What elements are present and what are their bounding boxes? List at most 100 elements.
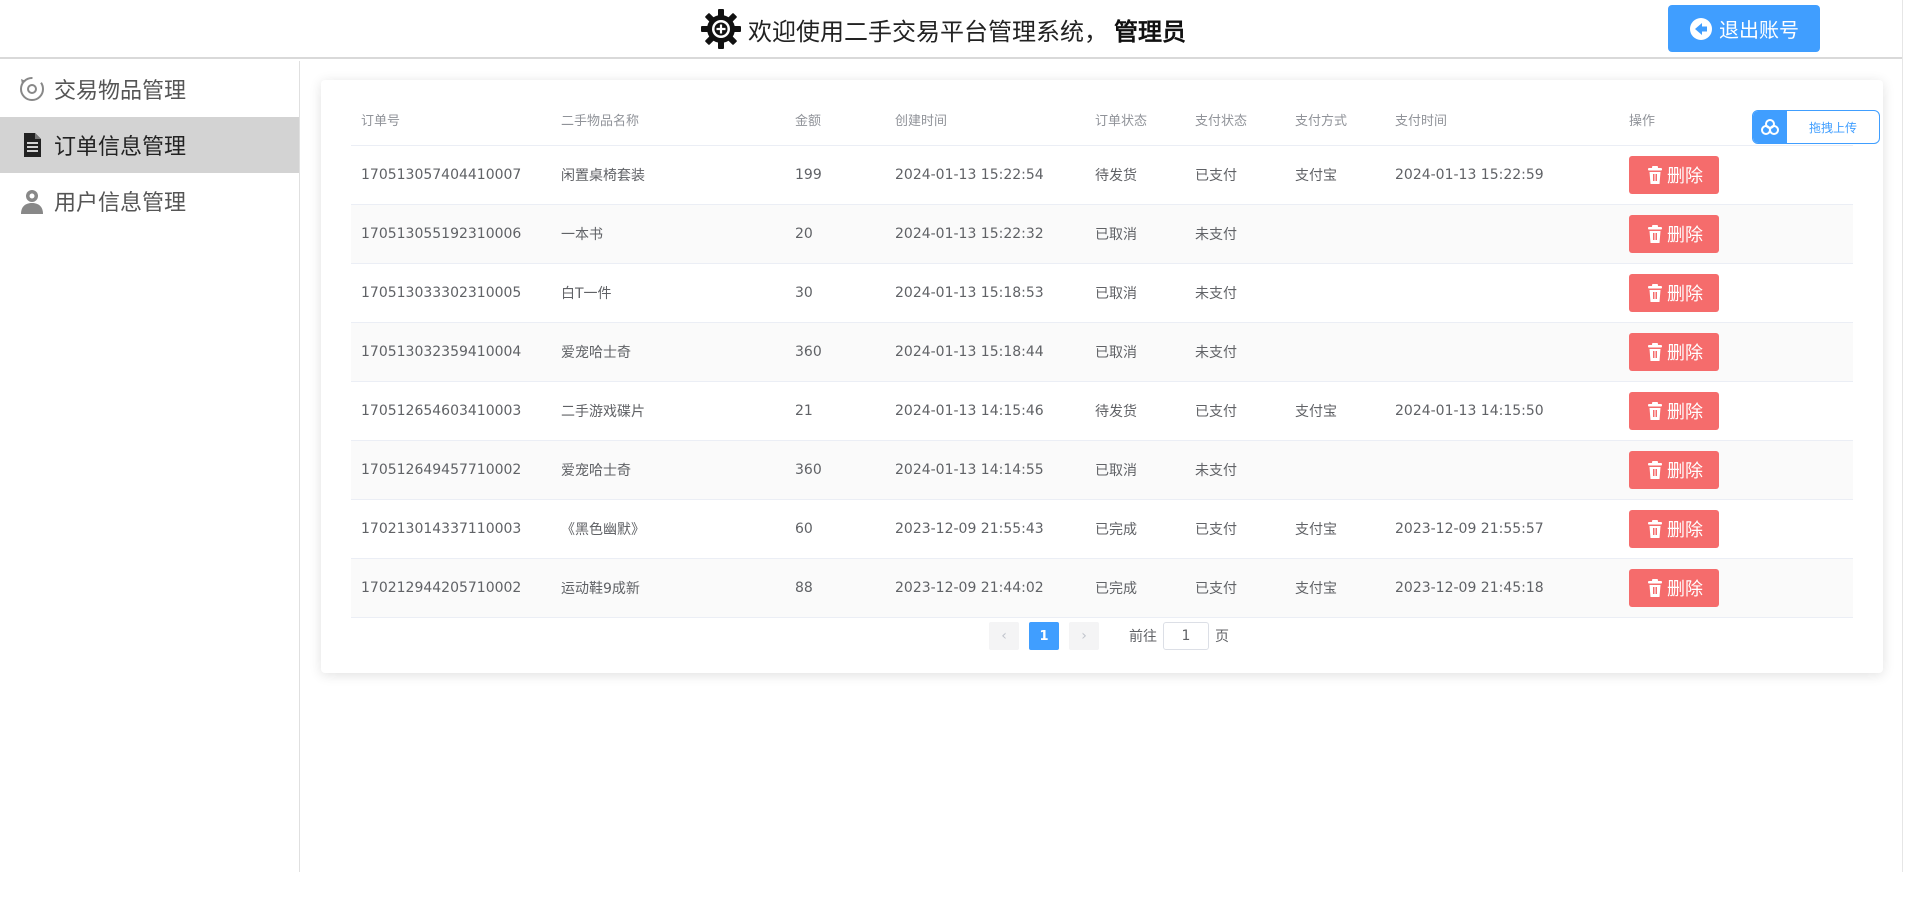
- table-row: 170513057404410007 闲置桌椅套装 199 2024-01-13 15…: [351, 145, 1853, 205]
- delete-label: 删除: [1667, 224, 1703, 246]
- order-number-cell: 170513055192310006: [351, 204, 551, 264]
- goto-page: 前往 页: [1129, 622, 1229, 650]
- column-header[interactable]: 订单号: [351, 94, 551, 146]
- order-status-cell: 已取消: [1085, 322, 1185, 382]
- exchange-icon: [20, 77, 44, 101]
- item-name-cell: 二手游戏碟片: [551, 381, 785, 441]
- chevron-left-icon: ‹: [1001, 628, 1007, 644]
- actions-cell: 删除: [1619, 322, 1853, 382]
- delete-button[interactable]: 删除: [1629, 332, 1719, 371]
- order-status-cell: 已取消: [1085, 204, 1185, 264]
- trash-icon: [1648, 578, 1662, 597]
- order-number-cell: 170513033302310005: [351, 263, 551, 323]
- pay-method-cell: [1285, 440, 1385, 500]
- pay-status-cell: 未支付: [1185, 322, 1285, 382]
- created-time-cell: 2024-01-13 15:18:53: [885, 263, 1085, 323]
- created-time-cell: 2024-01-13 15:18:44: [885, 322, 1085, 382]
- delete-button[interactable]: 删除: [1629, 155, 1719, 194]
- actions-cell: 删除: [1619, 440, 1853, 500]
- column-header[interactable]: 支付状态: [1185, 94, 1285, 146]
- amount-cell: 30: [785, 263, 885, 323]
- delete-button[interactable]: 删除: [1629, 568, 1719, 607]
- pay-method-cell: [1285, 322, 1385, 382]
- item-name-cell: 爱宠哈士奇: [551, 322, 785, 382]
- delete-button[interactable]: 删除: [1629, 214, 1719, 253]
- sidebar: 交易物品管理 订单信息管理 用户信息管理: [0, 61, 300, 872]
- arrow-left-circle-icon: [1690, 17, 1712, 40]
- sidebar-item-goods[interactable]: 交易物品管理: [0, 61, 299, 117]
- table-row: 170513055192310006 一本书 20 2024-01-13 15:22:…: [351, 204, 1853, 264]
- pay-time-cell: 2023-12-09 21:55:57: [1385, 499, 1619, 559]
- trash-icon: [1648, 342, 1662, 361]
- created-time-cell: 2024-01-13 15:22:32: [885, 204, 1085, 264]
- pay-status-cell: 已支付: [1185, 145, 1285, 205]
- bottom-bar: [0, 872, 1920, 911]
- pay-time-cell: 2024-01-13 14:15:50: [1385, 381, 1619, 441]
- vertical-scrollbar[interactable]: [1902, 0, 1920, 872]
- page-number-current[interactable]: 1: [1029, 622, 1059, 650]
- trash-icon: [1648, 283, 1662, 302]
- order-number-cell: 170212944205710002: [351, 558, 551, 618]
- logout-label: 退出账号: [1719, 18, 1799, 42]
- amount-cell: 88: [785, 558, 885, 618]
- order-status-cell: 已完成: [1085, 499, 1185, 559]
- column-header[interactable]: 支付时间: [1385, 94, 1619, 146]
- drag-upload-widget[interactable]: 拖拽上传: [1752, 110, 1880, 144]
- logout-button[interactable]: 退出账号: [1668, 5, 1820, 52]
- next-page-button[interactable]: ›: [1069, 622, 1099, 650]
- actions-cell: 删除: [1619, 381, 1853, 441]
- actions-cell: 删除: [1619, 145, 1853, 205]
- delete-button[interactable]: 删除: [1629, 509, 1719, 548]
- column-header[interactable]: 二手物品名称: [551, 94, 785, 146]
- item-name-cell: 一本书: [551, 204, 785, 264]
- pay-time-cell: 2023-12-09 21:45:18: [1385, 558, 1619, 618]
- table-row: 170513032359410004 爱宠哈士奇 360 2024-01-13 15:…: [351, 322, 1853, 382]
- delete-button[interactable]: 删除: [1629, 450, 1719, 489]
- table-row: 170212944205710002 运动鞋9成新 88 2023-12-09 21:…: [351, 558, 1853, 618]
- item-name-cell: 《黑色幽默》: [551, 499, 785, 559]
- pay-method-cell: 支付宝: [1285, 145, 1385, 205]
- trash-icon: [1648, 460, 1662, 479]
- column-header[interactable]: 创建时间: [885, 94, 1085, 146]
- sidebar-item-users[interactable]: 用户信息管理: [0, 173, 299, 229]
- delete-label: 删除: [1667, 342, 1703, 364]
- goto-page-input[interactable]: [1163, 622, 1209, 650]
- title-text: 欢迎使用二手交易平台管理系统，: [748, 17, 1108, 46]
- chevron-right-icon: ›: [1081, 628, 1087, 644]
- order-status-cell: 待发货: [1085, 145, 1185, 205]
- top-header: 欢迎使用二手交易平台管理系统， 管理员 退出账号: [0, 0, 1902, 59]
- column-header[interactable]: 支付方式: [1285, 94, 1385, 146]
- created-time-cell: 2023-12-09 21:55:43: [885, 499, 1085, 559]
- trash-icon: [1648, 165, 1662, 184]
- column-header[interactable]: 订单状态: [1085, 94, 1185, 146]
- pay-status-cell: 未支付: [1185, 440, 1285, 500]
- pay-time-cell: [1385, 440, 1619, 500]
- delete-label: 删除: [1667, 283, 1703, 305]
- delete-button[interactable]: 删除: [1629, 273, 1719, 312]
- column-header[interactable]: 金额: [785, 94, 885, 146]
- user-icon: [21, 190, 43, 214]
- actions-cell: 删除: [1619, 204, 1853, 264]
- pay-method-cell: [1285, 263, 1385, 323]
- amount-cell: 360: [785, 440, 885, 500]
- goto-prefix: 前往: [1129, 629, 1157, 645]
- delete-label: 删除: [1667, 578, 1703, 600]
- sidebar-item-orders[interactable]: 订单信息管理: [0, 117, 299, 173]
- delete-button[interactable]: 删除: [1629, 391, 1719, 430]
- actions-cell: 删除: [1619, 263, 1853, 323]
- prev-page-button[interactable]: ‹: [989, 622, 1019, 650]
- goto-suffix: 页: [1215, 629, 1229, 645]
- amount-cell: 60: [785, 499, 885, 559]
- order-status-cell: 已取消: [1085, 263, 1185, 323]
- pay-method-cell: 支付宝: [1285, 499, 1385, 559]
- delete-label: 删除: [1667, 401, 1703, 423]
- pay-status-cell: 未支付: [1185, 204, 1285, 264]
- page-title: 欢迎使用二手交易平台管理系统， 管理员: [700, 8, 1186, 50]
- pagination: ‹ 1 › 前往 页: [989, 622, 1229, 650]
- amount-cell: 21: [785, 381, 885, 441]
- delete-label: 删除: [1667, 460, 1703, 482]
- amount-cell: 199: [785, 145, 885, 205]
- pay-method-cell: 支付宝: [1285, 558, 1385, 618]
- pay-status-cell: 已支付: [1185, 499, 1285, 559]
- upload-label: 拖拽上传: [1808, 120, 1857, 135]
